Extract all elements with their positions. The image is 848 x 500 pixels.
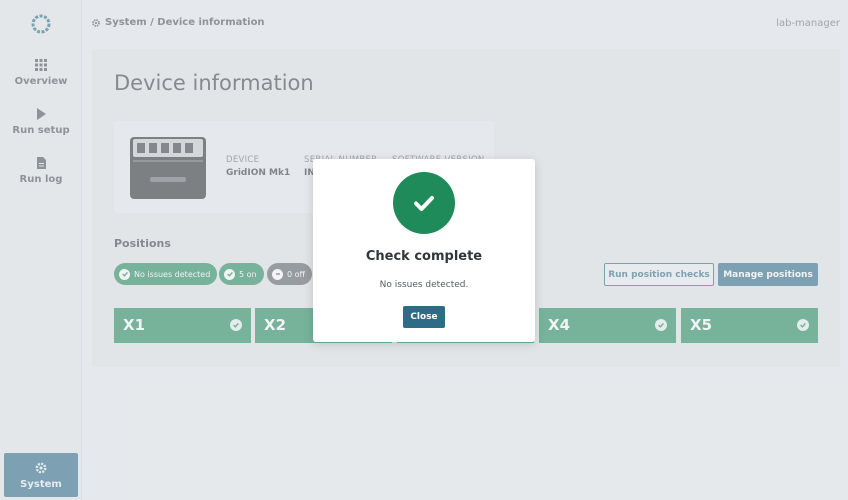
- dialog-title: Check complete: [365, 249, 483, 264]
- check-complete-dialog: Check complete No issues detected. Close: [313, 159, 535, 342]
- success-check-icon: [393, 172, 455, 234]
- dialog-message: No issues detected.: [379, 280, 469, 290]
- close-button[interactable]: Close: [403, 306, 445, 328]
